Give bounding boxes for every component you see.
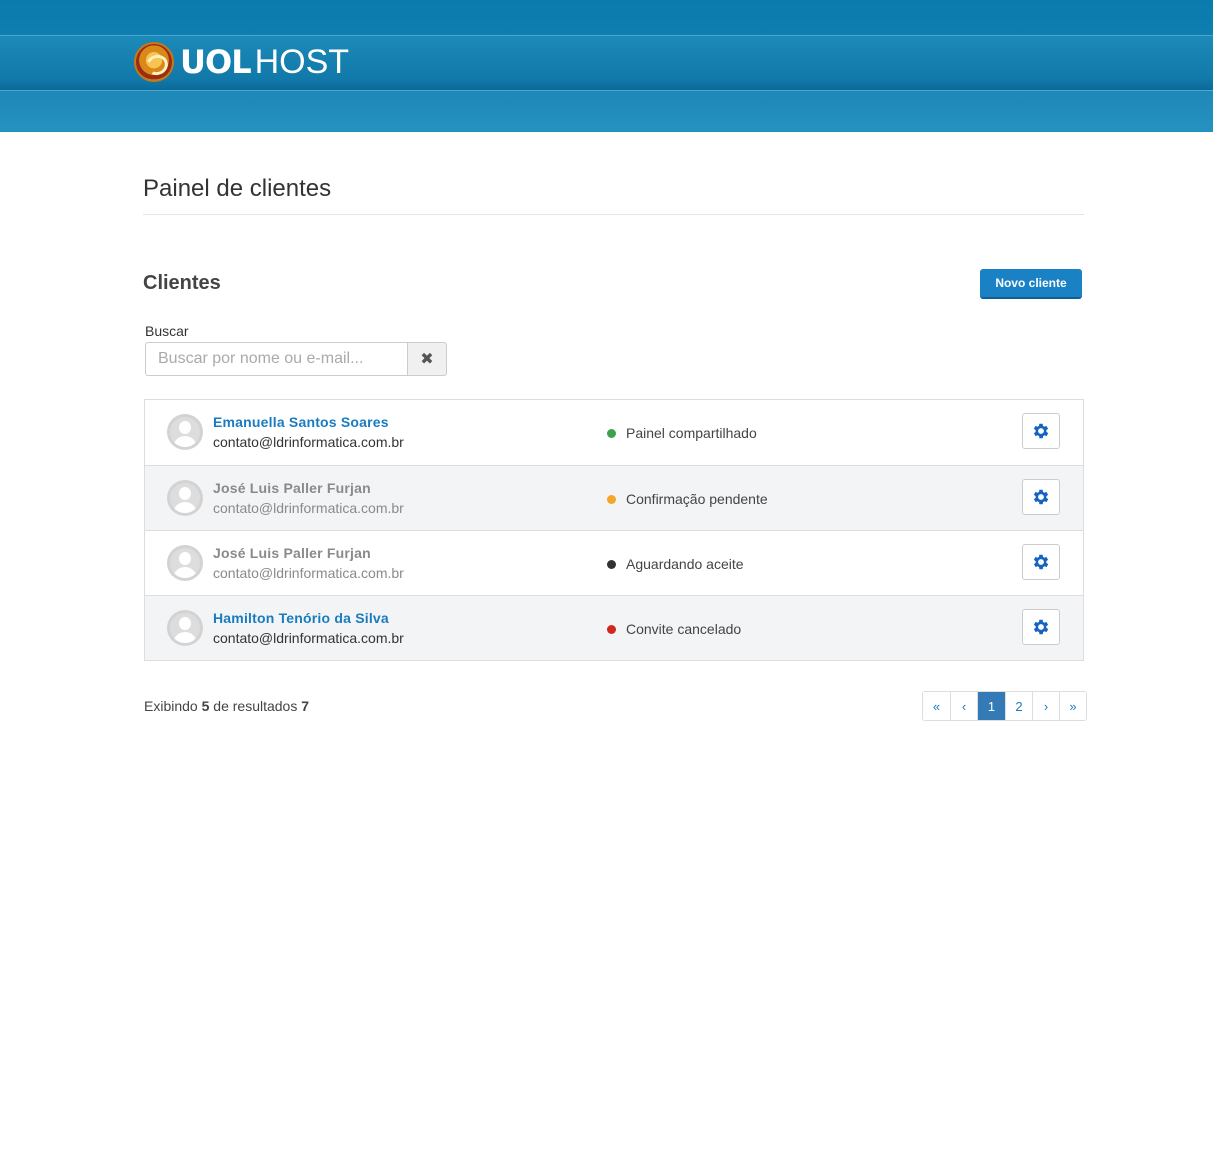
section-title-clientes: Clientes bbox=[143, 272, 221, 294]
new-client-button[interactable]: Novo cliente bbox=[980, 269, 1082, 299]
pagination-first[interactable]: « bbox=[923, 692, 950, 720]
top-header: UOL HOST bbox=[0, 0, 1213, 132]
page-title: Painel de clientes bbox=[143, 175, 332, 202]
header-divider-bottom bbox=[0, 90, 1213, 91]
client-email: contato@ldrinformatica.com.br bbox=[213, 630, 404, 646]
logo-uol-text: UOL bbox=[180, 43, 252, 81]
client-list: Emanuella Santos Soares contato@ldrinfor… bbox=[144, 399, 1084, 661]
search-input[interactable] bbox=[145, 342, 407, 376]
results-middle: de resultados bbox=[213, 698, 298, 714]
client-settings-button[interactable] bbox=[1022, 479, 1060, 515]
gear-icon bbox=[1033, 619, 1049, 635]
status-label: Convite cancelado bbox=[626, 621, 742, 637]
client-email: contato@ldrinformatica.com.br bbox=[213, 565, 404, 581]
status-label: Aguardando aceite bbox=[626, 556, 744, 572]
status-indicator: Convite cancelado bbox=[607, 621, 741, 637]
header-divider-top bbox=[0, 35, 1213, 36]
client-row: Hamilton Tenório da Silva contato@ldrinf… bbox=[145, 595, 1083, 660]
pagination: « ‹ 1 2 › » bbox=[922, 691, 1087, 721]
title-divider bbox=[143, 214, 1084, 215]
client-row: José Luis Paller Furjan contato@ldrinfor… bbox=[145, 530, 1083, 595]
client-row: Emanuella Santos Soares contato@ldrinfor… bbox=[145, 400, 1083, 465]
status-dot-icon bbox=[607, 559, 616, 569]
search-label: Buscar bbox=[145, 323, 189, 339]
client-name-link[interactable]: José Luis Paller Furjan bbox=[213, 480, 371, 496]
results-total-count: 7 bbox=[301, 698, 310, 714]
client-name-link[interactable]: Hamilton Tenório da Silva bbox=[213, 610, 389, 626]
search-group: ✖ bbox=[145, 342, 447, 376]
uolhost-logo[interactable]: UOL HOST bbox=[134, 42, 349, 82]
status-label: Painel compartilhado bbox=[626, 425, 757, 441]
avatar bbox=[167, 414, 203, 450]
logo-host-text: HOST bbox=[254, 42, 350, 81]
status-indicator: Painel compartilhado bbox=[607, 425, 757, 441]
client-settings-button[interactable] bbox=[1022, 544, 1060, 580]
uol-logo-icon bbox=[134, 42, 174, 82]
status-label: Confirmação pendente bbox=[626, 491, 768, 507]
results-summary: Exibindo 5 de resultados 7 bbox=[144, 698, 309, 714]
status-indicator: Aguardando aceite bbox=[607, 556, 744, 572]
avatar bbox=[167, 545, 203, 581]
gear-icon bbox=[1033, 554, 1049, 570]
client-name-link[interactable]: Emanuella Santos Soares bbox=[213, 414, 389, 430]
close-icon: ✖ bbox=[420, 351, 434, 368]
results-shown-count: 5 bbox=[201, 698, 210, 714]
status-indicator: Confirmação pendente bbox=[607, 491, 768, 507]
avatar bbox=[167, 480, 203, 516]
gear-icon bbox=[1033, 489, 1049, 505]
pagination-page-2[interactable]: 2 bbox=[1005, 692, 1032, 720]
status-dot-icon bbox=[607, 428, 616, 438]
client-email: contato@ldrinformatica.com.br bbox=[213, 434, 404, 450]
pagination-next[interactable]: › bbox=[1032, 692, 1059, 720]
client-row: José Luis Paller Furjan contato@ldrinfor… bbox=[145, 465, 1083, 530]
clear-search-button[interactable]: ✖ bbox=[407, 342, 447, 376]
client-email: contato@ldrinformatica.com.br bbox=[213, 500, 404, 516]
client-settings-button[interactable] bbox=[1022, 609, 1060, 645]
client-settings-button[interactable] bbox=[1022, 413, 1060, 449]
results-prefix: Exibindo bbox=[144, 698, 198, 714]
gear-icon bbox=[1033, 423, 1049, 439]
avatar bbox=[167, 610, 203, 646]
client-name-link[interactable]: José Luis Paller Furjan bbox=[213, 545, 371, 561]
pagination-last[interactable]: » bbox=[1059, 692, 1086, 720]
pagination-page-1[interactable]: 1 bbox=[977, 692, 1005, 720]
pagination-prev[interactable]: ‹ bbox=[950, 692, 977, 720]
status-dot-icon bbox=[607, 624, 616, 634]
status-dot-icon bbox=[607, 494, 616, 504]
